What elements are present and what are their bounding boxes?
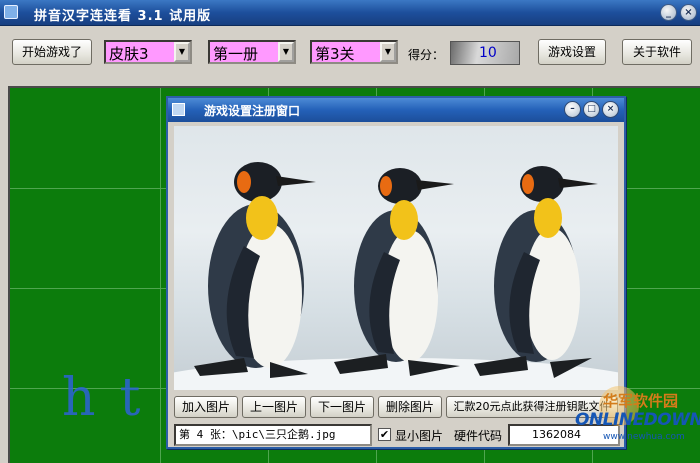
dialog-maximize-button[interactable]: □ [583, 101, 600, 118]
three-penguins-image [174, 162, 618, 390]
chevron-down-icon[interactable]: ▼ [380, 42, 396, 62]
site-logo: 华军软件园 ONLINEDOWN www.newhua.com [563, 382, 700, 463]
chevron-down-icon[interactable]: ▼ [278, 42, 294, 62]
dialog-close-button[interactable]: × [602, 101, 619, 118]
settings-dialog: 游戏设置注册窗口 – □ × 加入图片 上一图片 下一图片 删除图片 汇款20元… [166, 96, 626, 449]
show-small-checkbox[interactable]: ✔ [378, 428, 391, 441]
prev-picture-button[interactable]: 上一图片 [242, 396, 306, 418]
score-display: 10 [450, 41, 520, 65]
about-software-button[interactable]: 关于软件 [622, 39, 692, 65]
app-window: 拼音汉字连连看 3.1 试用版 _ × 开始游戏了 皮肤3 ▼ 第一册 ▼ 第3… [0, 0, 700, 463]
level-select[interactable]: 第3关 ▼ [310, 40, 398, 64]
app-icon[interactable] [4, 5, 18, 19]
minimize-button[interactable]: _ [660, 4, 677, 21]
hardware-code-label: 硬件代码 [454, 429, 503, 443]
next-picture-button[interactable]: 下一图片 [310, 396, 374, 418]
logo-url-text: www.newhua.com [603, 432, 685, 442]
chevron-down-icon[interactable]: ▼ [174, 42, 190, 62]
start-game-button[interactable]: 开始游戏了 [12, 39, 92, 65]
logo-cn-text: 华军软件园 [603, 392, 679, 410]
book-select[interactable]: 第一册 ▼ [208, 40, 296, 64]
book-select-value: 第一册 [213, 45, 259, 63]
skin-select[interactable]: 皮肤3 ▼ [104, 40, 192, 64]
main-title-bar: 拼音汉字连连看 3.1 试用版 _ × [0, 0, 700, 26]
add-picture-button[interactable]: 加入图片 [174, 396, 238, 418]
score-value: 10 [479, 45, 497, 61]
show-small-label: 显小图片 [395, 429, 444, 443]
level-select-value: 第3关 [315, 45, 355, 63]
picture-path-field[interactable]: 第 4 张：\pic\三只企鹅.jpg [174, 424, 372, 446]
game-settings-button[interactable]: 游戏设置 [538, 39, 606, 65]
logo-en-text: ONLINEDOWN [575, 410, 700, 430]
window-title: 拼音汉字连连看 3.1 试用版 [34, 9, 212, 24]
dialog-icon[interactable] [172, 103, 185, 116]
penguin-picture [174, 126, 618, 390]
skin-select-value: 皮肤3 [109, 45, 149, 63]
toolbar: 开始游戏了 皮肤3 ▼ 第一册 ▼ 第3关 ▼ 得分： 10 游戏设置 关于软件 [0, 26, 700, 78]
score-label: 得分： [408, 48, 445, 62]
penguin-middle [334, 168, 460, 376]
delete-picture-button[interactable]: 删除图片 [378, 396, 442, 418]
penguin-left [194, 162, 316, 378]
dialog-minimize-button[interactable]: – [564, 101, 581, 118]
close-button[interactable]: × [680, 4, 697, 21]
dialog-title: 游戏设置注册窗口 [204, 104, 301, 118]
dialog-title-bar: 游戏设置注册窗口 – □ × [168, 98, 624, 122]
penguin-right [474, 166, 598, 378]
